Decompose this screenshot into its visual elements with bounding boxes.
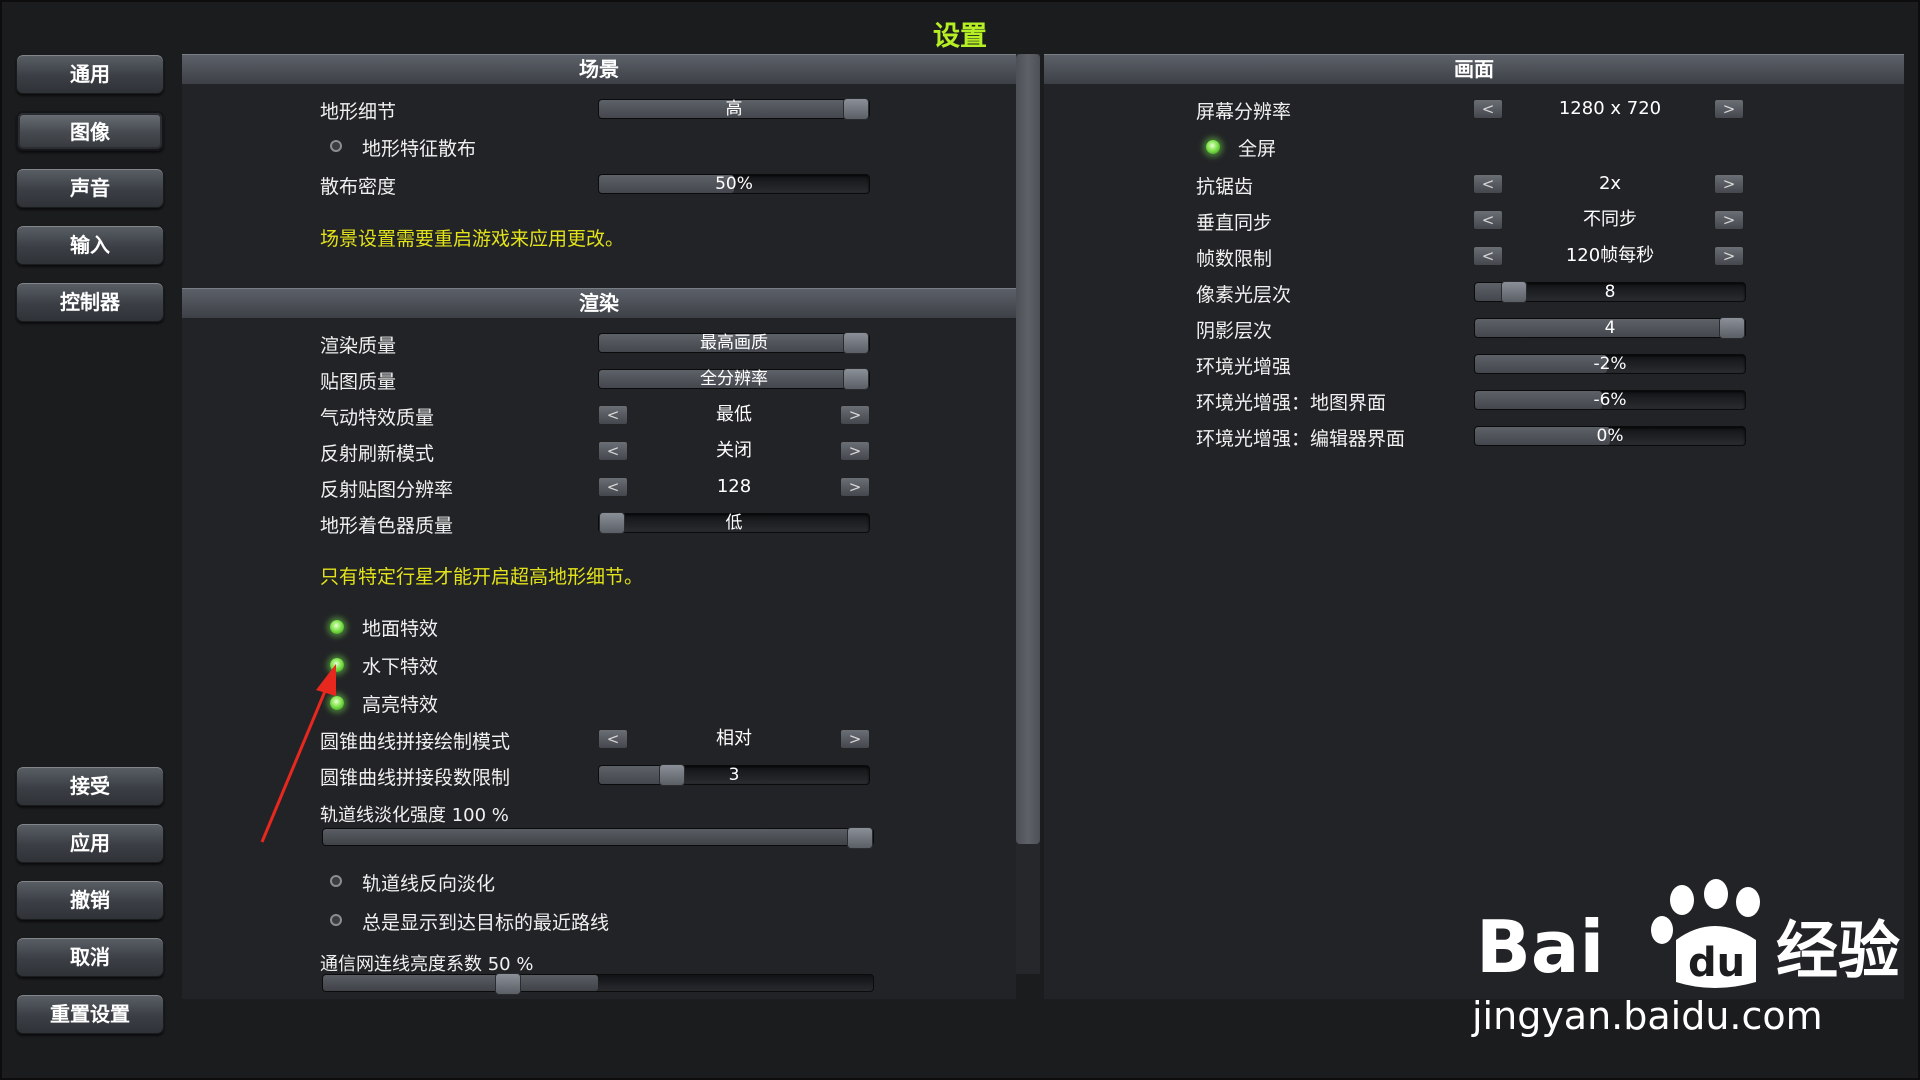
watermark-url: jingyan.baidu.com (1472, 994, 1823, 1038)
baidu-paw-icon: Bai du 经验 (1476, 879, 1900, 989)
watermark-suffix: 经验 (1776, 914, 1900, 987)
watermark-brand: Bai (1476, 905, 1604, 989)
baidu-watermark-logo: Bai du 经验 (1476, 878, 1916, 990)
svg-text:du: du (1688, 940, 1745, 986)
